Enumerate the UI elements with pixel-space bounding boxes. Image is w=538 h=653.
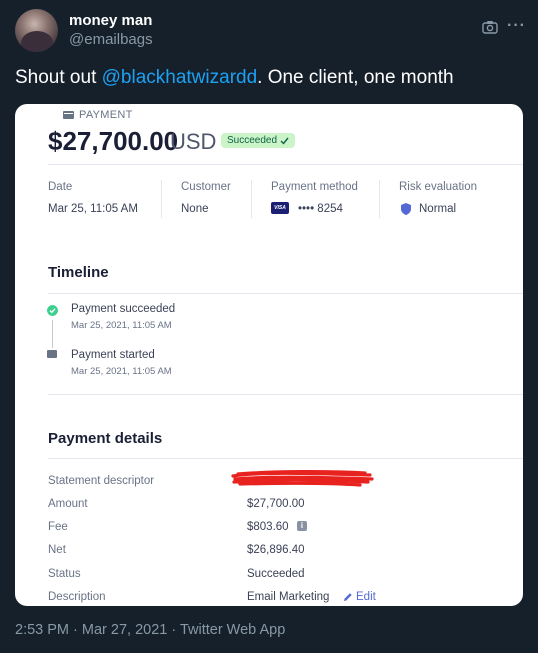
payment-card-icon — [63, 111, 74, 119]
divider — [48, 293, 523, 294]
detail-value: Succeeded — [247, 568, 305, 580]
tweet-text-after: . One client, one month — [257, 67, 454, 88]
fee-info-icon[interactable]: i — [297, 521, 307, 531]
status-badge-label: Succeeded — [227, 135, 278, 146]
divider — [161, 180, 162, 218]
customer-value: None — [181, 203, 209, 215]
detail-label: Status — [48, 568, 81, 580]
detail-value: $27,700.00 — [247, 498, 305, 510]
payment-amount: $27,700.00 — [48, 126, 179, 156]
timeline-event-date: Mar 25, 2021, 11:05 AM — [71, 320, 172, 331]
detail-label: Description — [48, 591, 106, 603]
edit-description-button[interactable]: Edit — [343, 591, 376, 603]
payment-details-heading: Payment details — [48, 430, 163, 447]
success-check-icon — [47, 305, 58, 316]
check-icon — [280, 137, 289, 145]
detail-label: Amount — [48, 498, 88, 510]
payment-currency: USD — [170, 129, 217, 154]
payment-started-icon — [47, 350, 57, 358]
divider — [48, 164, 523, 165]
detail-label: Net — [48, 544, 66, 556]
detail-value: $26,896.40 — [247, 544, 305, 556]
divider — [48, 394, 523, 395]
divider — [48, 458, 523, 459]
camera-icon[interactable] — [482, 20, 498, 34]
visa-card-icon: VISA — [271, 202, 289, 214]
payment-header: PAYMENT — [63, 109, 133, 121]
redaction-scribble — [231, 470, 374, 487]
customer-label: Customer — [181, 181, 231, 193]
edit-label: Edit — [356, 591, 376, 603]
date-label: Date — [48, 181, 73, 193]
tweet-text: Shout out @blackhatwizardd. One client, … — [15, 67, 454, 89]
timeline-connector — [52, 320, 53, 348]
status-badge: Succeeded — [221, 133, 296, 148]
pencil-icon — [344, 593, 352, 601]
mention-link[interactable]: @blackhatwizardd — [102, 67, 258, 88]
divider — [379, 180, 380, 218]
timeline-event-title: Payment started — [71, 349, 155, 361]
detail-label: Statement descriptor — [48, 475, 155, 487]
more-icon[interactable]: ··· — [507, 18, 525, 35]
timeline-event-title: Payment succeeded — [71, 303, 176, 315]
display-name[interactable]: money man — [69, 12, 152, 29]
avatar[interactable] — [15, 9, 58, 52]
divider — [251, 180, 252, 218]
date-value: Mar 25, 11:05 AM — [48, 203, 138, 215]
risk-label: Risk evaluation — [399, 181, 477, 193]
payment-method-label: Payment method — [271, 181, 358, 193]
payment-label: PAYMENT — [79, 109, 133, 121]
payment-screenshot[interactable]: PAYMENT $27,700.00 USD Succeeded Date Ma… — [15, 104, 523, 606]
timeline-heading: Timeline — [48, 264, 109, 281]
risk-value: Normal — [419, 203, 457, 215]
detail-label: Fee — [48, 521, 68, 533]
detail-value: Email Marketing — [247, 591, 330, 603]
tweet-text-before: Shout out — [15, 67, 102, 88]
timeline-event-date: Mar 25, 2021, 11:05 AM — [71, 366, 172, 377]
user-handle[interactable]: @emailbags — [69, 31, 153, 48]
detail-value: $803.60 — [247, 521, 289, 533]
tweet-timestamp[interactable]: 2:53 PM · Mar 27, 2021 · Twitter Web App — [15, 622, 285, 638]
shield-icon — [401, 203, 411, 215]
card-last4: •••• 8254 — [298, 203, 343, 215]
